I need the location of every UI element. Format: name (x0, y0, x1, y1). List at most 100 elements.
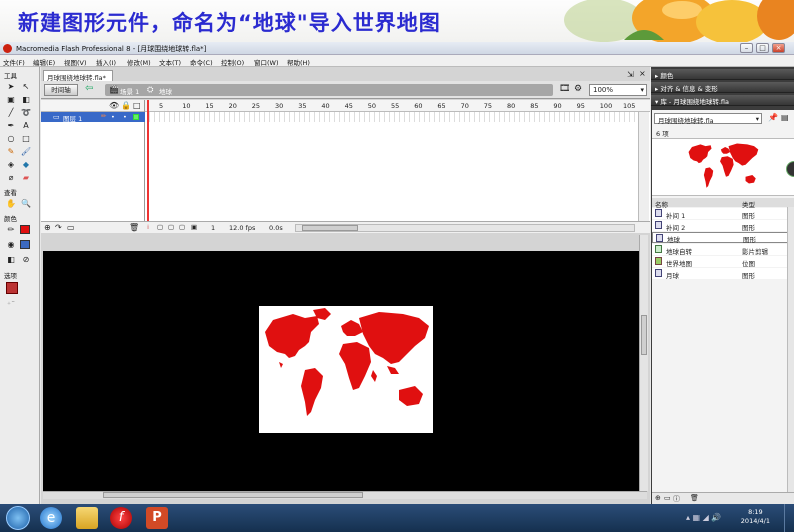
layer-outline-box[interactable] (133, 114, 139, 120)
new-folder-icon[interactable]: ▭ (664, 494, 671, 502)
powerpoint-icon[interactable]: P (146, 507, 168, 529)
list-item[interactable]: 地球自转 影片剪辑 (652, 244, 788, 256)
scene-link[interactable]: 场景 1 (120, 86, 139, 96)
swap-colors-icon[interactable]: ◧ (5, 254, 17, 265)
oval-tool-icon[interactable]: ○ (5, 133, 17, 144)
start-button[interactable] (6, 506, 30, 530)
center-frame-icon[interactable]: ⁞ (147, 223, 149, 231)
list-item[interactable]: 世界地图 位图 (652, 256, 788, 268)
color-panel-header[interactable]: ▸ 颜色 (651, 69, 794, 80)
panel-options-icon[interactable]: ⇲ (627, 70, 634, 79)
timeline-button[interactable]: 时间轴 (44, 84, 78, 96)
play-preview-icon[interactable] (786, 161, 794, 177)
stroke-color-swatch[interactable] (20, 225, 30, 234)
no-color-icon[interactable]: ⊘ (20, 254, 32, 265)
new-library-icon[interactable]: ▤ (781, 113, 789, 122)
fill-transform-tool-icon[interactable]: ◧ (20, 94, 32, 105)
menu-help[interactable]: 帮助(H) (287, 57, 310, 67)
browser-icon[interactable]: e (40, 507, 62, 529)
properties-icon[interactable]: ⓘ (673, 494, 680, 504)
eraser-tool-icon[interactable]: ▰ (20, 172, 32, 183)
smooth-icon[interactable]: ⁺˜ (5, 299, 17, 310)
maximize-button[interactable]: □ (756, 43, 769, 53)
minimize-button[interactable]: – (740, 43, 753, 53)
ink-bottle-tool-icon[interactable]: ◈ (5, 159, 17, 170)
layer-row[interactable]: ▭ 图层 1 ✏ • • (41, 112, 145, 123)
delete-layer-icon[interactable]: 🗑 (129, 223, 139, 232)
world-map-image[interactable] (259, 306, 433, 433)
doc-close-icon[interactable]: × (639, 69, 646, 78)
menu-file[interactable]: 文件(F) (3, 57, 25, 67)
timeline-hscroll[interactable] (295, 224, 635, 232)
delete-icon[interactable]: 🗑 (690, 494, 699, 502)
close-button[interactable]: × (772, 43, 785, 53)
edit-scene-icon[interactable]: 🎞 (559, 84, 570, 94)
pen-tool-icon[interactable]: ✒ (5, 120, 17, 131)
frame-track[interactable] (145, 112, 635, 122)
rectangle-tool-icon[interactable]: □ (20, 133, 32, 144)
line-tool-icon[interactable]: ╱ (5, 107, 17, 118)
hand-tool-icon[interactable]: ✋ (5, 198, 17, 209)
add-layer-icon[interactable]: ⊕ (44, 223, 51, 232)
menu-text[interactable]: 文本(T) (159, 57, 181, 67)
library-file-select[interactable]: 月球围绕地球转.fla ▾ (654, 113, 762, 125)
fill-color-swatch[interactable] (20, 240, 30, 249)
explorer-icon[interactable] (76, 507, 98, 529)
menu-modify[interactable]: 修改(M) (127, 57, 151, 67)
clock[interactable]: 8:19 2014/4/1 (741, 508, 770, 526)
subselect-tool-icon[interactable]: ↖ (20, 81, 32, 92)
library-panel-header[interactable]: ▾ 库 - 月球围绕地球转.fla (651, 95, 794, 106)
eyedropper-tool-icon[interactable]: ⌀ (5, 172, 17, 183)
align-panel-header[interactable]: ▸ 对齐 & 信息 & 变形 (651, 82, 794, 93)
pencil-tool-icon[interactable]: ✎ (5, 146, 17, 157)
zoom-tool-icon[interactable]: 🔍 (20, 198, 32, 209)
playhead[interactable] (147, 100, 149, 221)
arrow-tool-icon[interactable]: ➤ (5, 81, 17, 92)
menu-window[interactable]: 窗口(W) (254, 57, 279, 67)
snap-magnet-icon[interactable] (6, 282, 18, 294)
document-tab[interactable]: 月球围绕地球转.fla* (43, 70, 113, 82)
tray-icons[interactable]: ▴ ▦ ◢ 🔊 (686, 513, 721, 522)
lasso-tool-icon[interactable]: ➰ (20, 107, 32, 118)
stage-vscroll[interactable] (639, 235, 648, 491)
edit-multiple-icon[interactable]: ▢ (179, 223, 185, 231)
menu-commands[interactable]: 命令(C) (190, 57, 213, 67)
fill-color-icon[interactable]: ◉ (5, 239, 17, 250)
timeline-vscroll[interactable] (638, 112, 649, 221)
brush-tool-icon[interactable]: 🖌 (20, 146, 32, 157)
scroll-thumb[interactable] (302, 225, 358, 231)
flash-app-icon[interactable]: f (110, 507, 132, 529)
list-item[interactable]: 地球 图形 (652, 232, 788, 244)
elapsed-time: 0.0s (269, 224, 283, 232)
zoom-select[interactable]: 100% ▾ (589, 84, 647, 96)
symbol-link[interactable]: 地球 (159, 86, 172, 96)
layer-lock-dot[interactable]: • (123, 113, 127, 121)
stage[interactable] (43, 251, 639, 491)
back-arrow-icon[interactable]: ⇦ (85, 83, 93, 94)
menu-insert[interactable]: 插入(I) (96, 57, 116, 67)
scroll-thumb[interactable] (103, 492, 363, 498)
scroll-thumb[interactable] (641, 315, 647, 355)
list-item[interactable]: 补间 2 图形 (652, 220, 788, 232)
onion-markers-icon[interactable]: ▣ (191, 223, 197, 231)
library-vscroll[interactable] (787, 207, 794, 492)
stage-hscroll[interactable] (43, 491, 647, 499)
add-guide-icon[interactable]: ↷ (55, 223, 62, 232)
pin-icon[interactable]: 📌 (768, 113, 778, 122)
new-symbol-icon[interactable]: ⊕ (655, 494, 661, 502)
edit-symbol-icon[interactable]: ⚙ (574, 84, 582, 94)
list-item[interactable]: 月球 图形 (652, 268, 788, 280)
stroke-color-icon[interactable]: ✏ (5, 224, 17, 235)
onion-outline-icon[interactable]: ▢ (168, 223, 174, 231)
menu-control[interactable]: 控制(O) (221, 57, 244, 67)
list-item[interactable]: 补间 1 图形 (652, 208, 788, 220)
free-transform-tool-icon[interactable]: ▣ (5, 94, 17, 105)
show-desktop-button[interactable] (784, 504, 794, 532)
layer-visible-dot[interactable]: • (111, 113, 115, 121)
add-folder-icon[interactable]: ▭ (67, 223, 75, 232)
paint-bucket-tool-icon[interactable]: ◆ (20, 159, 32, 170)
menu-view[interactable]: 视图(V) (64, 57, 87, 67)
text-tool-icon[interactable]: A (20, 120, 32, 131)
onion-skin-icon[interactable]: ▢ (157, 223, 163, 231)
menu-edit[interactable]: 编辑(E) (33, 57, 55, 67)
